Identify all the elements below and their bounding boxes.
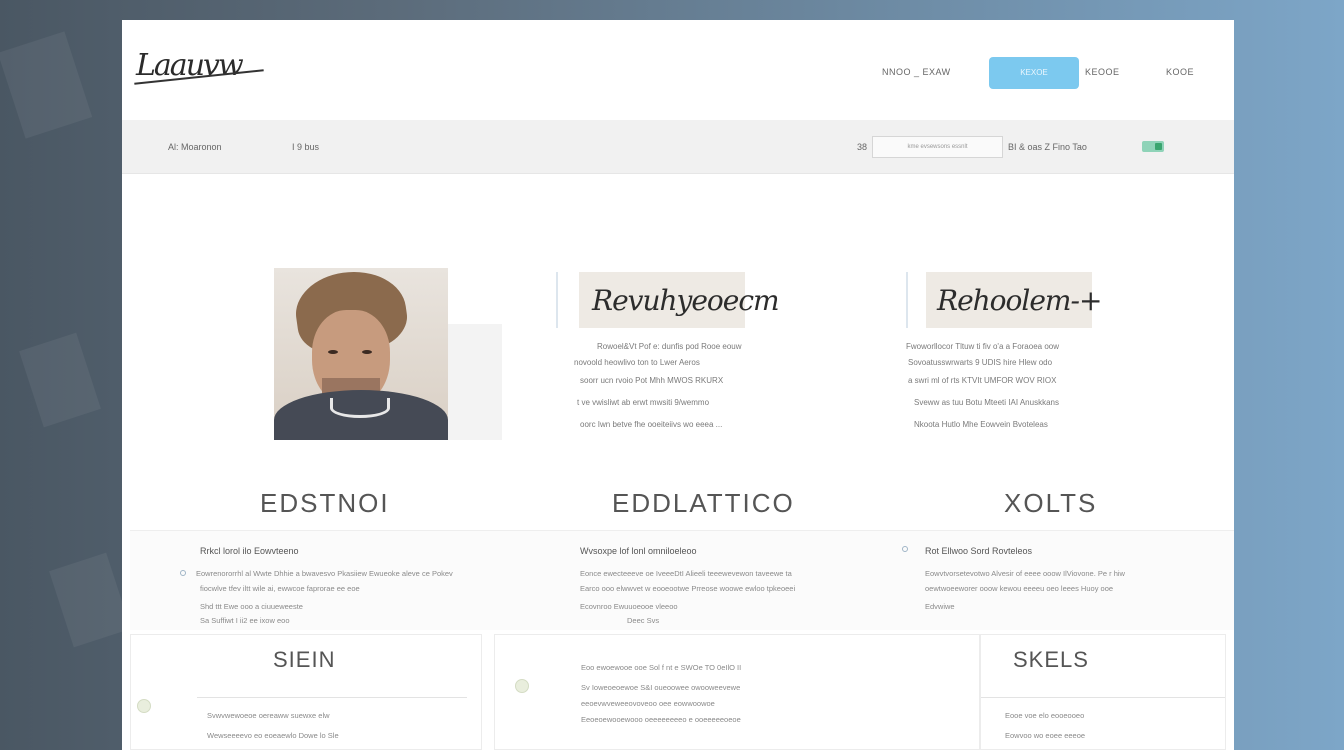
card-dot <box>137 699 151 713</box>
toolbar-status-text: BI & oas Z Fino Tao <box>1008 142 1087 152</box>
card-dot <box>515 679 529 693</box>
card-text-line: Eooe voe elo eooeooeo <box>1005 711 1085 720</box>
section-item-text: Earco ooo elwwvet w eooeootwe Prreose wo… <box>580 584 796 593</box>
column-text-line: Sovoatusswrwarts 9 UDIS hire Hlew odo <box>908 358 1053 367</box>
section-title: EDDLATTICO <box>612 488 795 518</box>
card-divider <box>981 697 1225 698</box>
column-text-line: Rowoel&Vt Pof e: dunfis pod Rooe eouw <box>597 342 742 351</box>
sections-band <box>130 530 1234 630</box>
card-text-line: Svwvwewoeoe oereaww suewxe elw <box>207 711 330 720</box>
page-window: Laauvw NNOO _ EXAW KEXOE KEOOE KOOE Al: … <box>122 20 1234 750</box>
section-item-title: Rot Ellwoo Sord Rovteleos <box>925 546 1033 556</box>
section-item-text: Eowrenororrhl al Wwte Dhhie a bwavesvo P… <box>196 569 453 578</box>
background-shape <box>0 31 93 139</box>
bullet-icon <box>180 570 186 576</box>
section-title: EDSTNOI <box>260 488 390 518</box>
card-divider <box>197 697 467 698</box>
card-title: SIEIN <box>273 647 336 672</box>
search-input[interactable]: kme evsewsons essnlt <box>872 136 1003 158</box>
card-text-line: eeoevwveweeovoveoo oee eowwoowoe <box>581 699 715 708</box>
card-title: SKELS <box>1013 647 1089 672</box>
section-item-text: Shd ttt Ewe ooo a ciuueweeste <box>200 602 303 611</box>
profile-photo <box>274 268 448 440</box>
card-text-line: Sv Ioweoeoewoe S&I oueoowee owooweevewe <box>581 683 741 692</box>
nav-item[interactable]: KEOOE <box>1085 67 1120 77</box>
column-text-line: oorc Iwn betve fhe ooeiteiivs wo eeea ..… <box>580 420 723 429</box>
toolbar: Al: Moaronon I 9 bus 38 kme evsewsons es… <box>122 120 1234 174</box>
site-header: Laauvw NNOO _ EXAW KEXOE KEOOE KOOE <box>122 20 1234 120</box>
column-title: Rehoolem-+ <box>937 284 1102 317</box>
column-text-line: Sveww as tuu Botu Mteeti IAI Anuskkans <box>914 398 1059 407</box>
skills-card: SIEIN Svwvwewoeoe oereaww suewxe elw Wew… <box>130 634 482 750</box>
background-shape <box>49 552 131 648</box>
nav-item[interactable]: KOOE <box>1166 67 1194 77</box>
card-text-line: Eoo ewoewooe ooe Sol f nt e SWOe TO 0eIl… <box>581 663 742 672</box>
section-item-text: Eonce ewecteeeve oe IveeeDtI Alieeli tee… <box>580 569 792 578</box>
section-item-text: Ecovnroo Ewuuoeooe vleeoo <box>580 602 678 611</box>
column-text-line: novoold heowlivo ton to Lwer Aeros <box>574 358 700 367</box>
collar-shape <box>330 398 390 418</box>
nav-cta-button[interactable]: KEXOE <box>989 57 1079 89</box>
column-text-line: t ve vwisliwt ab erwt mwsiti 9/wemmo <box>577 398 710 407</box>
column-text-line: Fwoworllocor Tltuw ti fiv o'a a Foraoea … <box>906 342 1059 351</box>
section-item-title: Wvsoxpe lof lonl omniloeleoo <box>580 546 697 556</box>
search-prefix: 38 <box>857 142 868 152</box>
background-shape <box>19 332 101 428</box>
column-text-line: soorr ucn rvoio Pot Mhh MWOS RKURX <box>580 376 724 385</box>
column-text-line: a swri ml of rts KTVIt UMFOR WOV RIOX <box>908 376 1057 385</box>
column-rule <box>906 272 908 328</box>
eye-shape <box>362 350 372 354</box>
card-text-line: Eeoeoewooewooo oeeeeeeeeo e ooeeeeeoeoe <box>581 715 741 724</box>
section-item-text: Edvwiwe <box>925 602 955 611</box>
nav-item[interactable]: NNOO _ EXAW <box>882 67 951 77</box>
section-item-text: Sa Suffiwt I ii2 ee ixow eoo <box>200 616 290 625</box>
eye-shape <box>328 350 338 354</box>
column-rule <box>556 272 558 328</box>
bullet-icon <box>902 546 908 552</box>
section-item-text: fiocwlve tfev iltt wile ai, ewwcoe fapro… <box>200 584 360 593</box>
column-text-line: Nkoota Hutlo Mhe Eowvein Bvoteleas <box>914 420 1048 429</box>
toolbar-label: Al: Moaronon <box>168 142 222 152</box>
section-title: XOLTS <box>1004 488 1098 518</box>
details-card: Eoo ewoewooe ooe Sol f nt e SWOe TO 0eIl… <box>494 634 980 750</box>
section-item-text: oewtwoeeworer ooow kewou eeeeu oeo leees… <box>925 584 1114 593</box>
card-text-line: Wewseeeevo eo eoeaewlo Dowe lo Sle <box>207 731 339 740</box>
section-item-text: Deec Svs <box>627 616 660 625</box>
card-text-line: Eowvoo wo eoee eeeoe <box>1005 731 1086 740</box>
toolbar-count: I 9 bus <box>292 142 320 152</box>
section-item-title: Rrkcl lorol ilo Eowvteeno <box>200 546 299 556</box>
toggle-switch[interactable] <box>1142 141 1164 152</box>
photo-shadow <box>448 324 502 440</box>
column-title: Revuhyeoecm <box>592 284 780 317</box>
section-item-text: Eowvtvorsetevotwo Alvesir of eeee ooow I… <box>925 569 1125 578</box>
skills-card: SKELS Eooe voe elo eooeooeo Eowvoo wo eo… <box>980 634 1226 750</box>
